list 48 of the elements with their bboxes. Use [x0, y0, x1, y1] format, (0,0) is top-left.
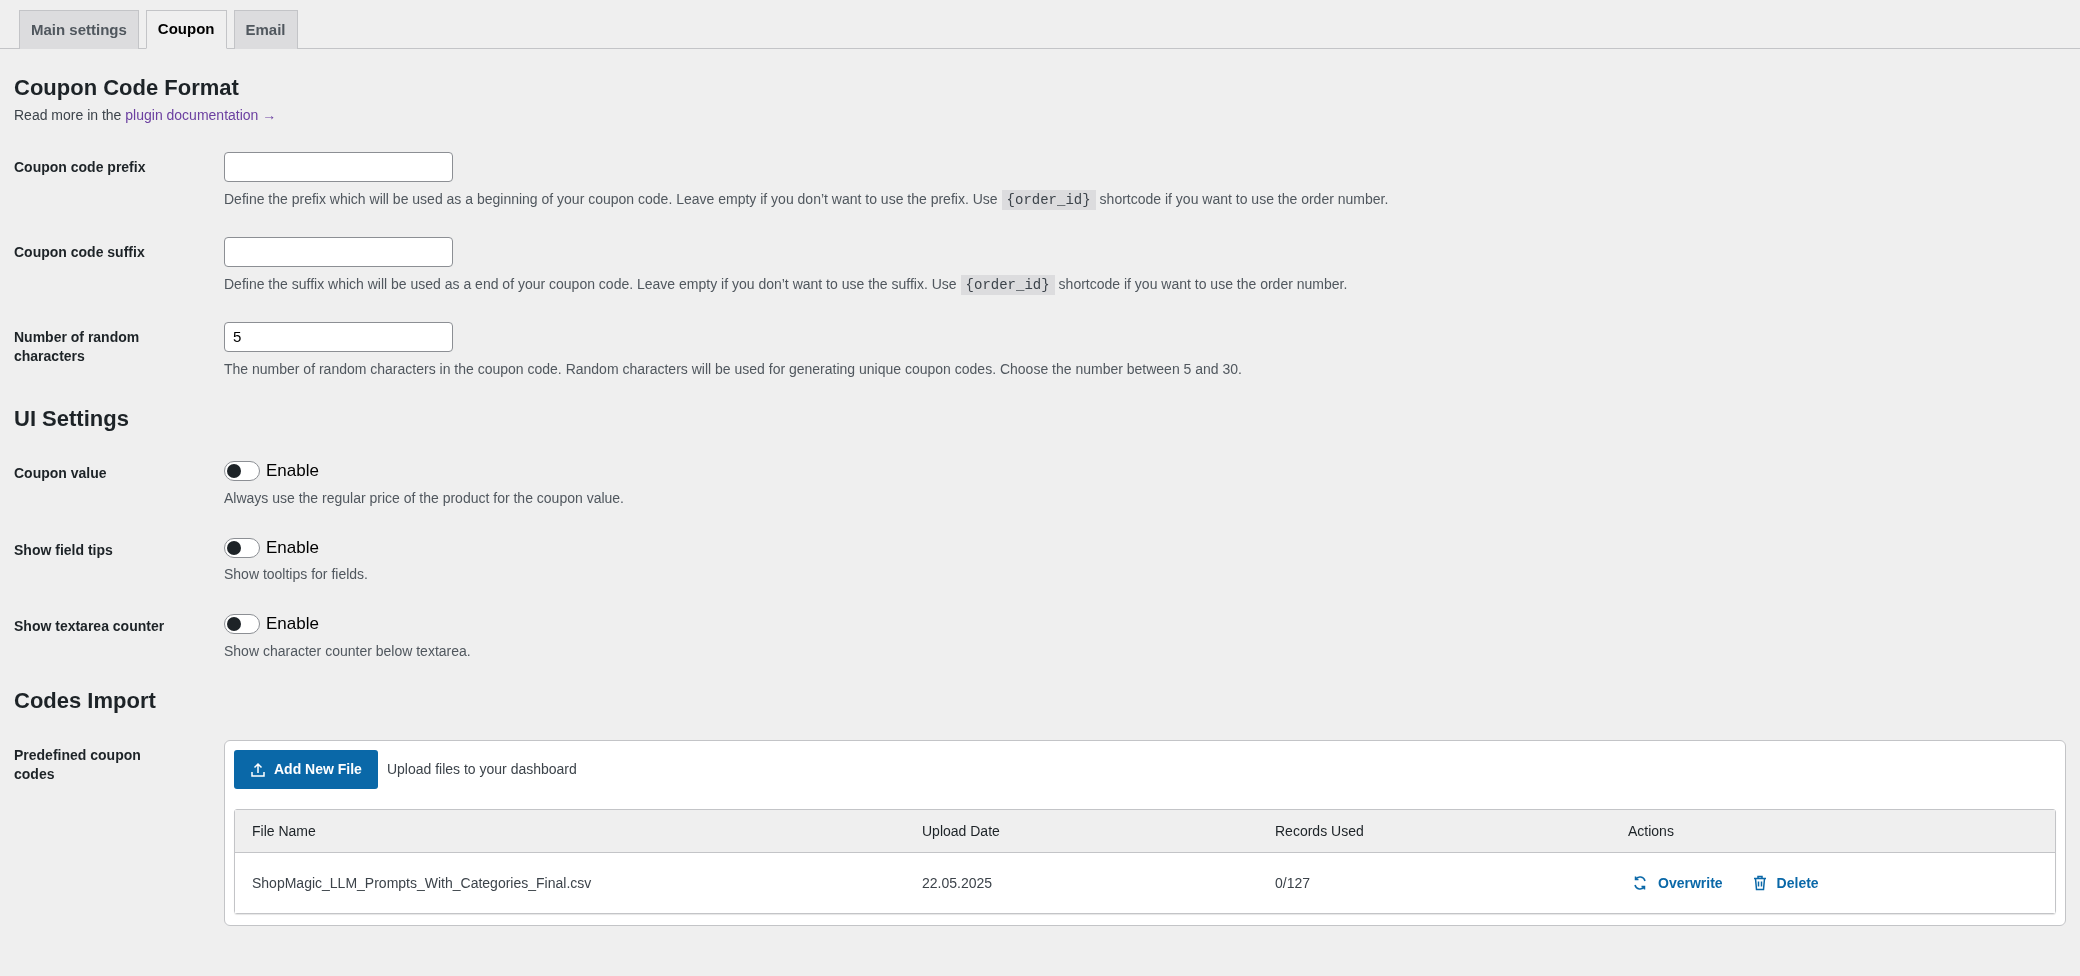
field-description: Show character counter below textarea. — [224, 641, 472, 661]
column-header: File Name — [251, 821, 317, 841]
description-text: Define the prefix which will be used as a beginning of your coupon code. Leave empty if you don’t want to use the prefix. Use — [224, 190, 998, 207]
description-text: Define the suffix which will be used as a end of your coupon code. Leave empty if you don’t want to use the suffix. Use — [224, 275, 957, 292]
shortcode: {order_id} — [1001, 189, 1096, 210]
text-input[interactable] — [224, 151, 453, 182]
text-input[interactable] — [224, 236, 453, 267]
upload-icon — [250, 761, 266, 778]
field-description: The number of random characters in the coupon code. Random characters will be used for generating unique coupon codes. Choose the number between 5 and 30. — [224, 359, 1243, 379]
column-header: Upload Date — [922, 821, 1001, 841]
table-cell-text: 0/127 — [1275, 873, 1312, 893]
documentation-link[interactable]: plugin documentation → — [125, 106, 277, 123]
upload-hint: Upload files to your dashboard — [386, 760, 577, 780]
field-description: Always use the regular price of the product for the coupon value. — [224, 488, 625, 508]
field-label: Coupon code prefix — [14, 157, 147, 177]
table-cell-text: ShopMagic_LLM_Prompts_With_Categories_Final.csv — [251, 873, 593, 893]
overwrite-button[interactable]: Overwrite — [1628, 868, 1727, 898]
field-label: Coupon value — [14, 464, 108, 484]
toggle-label: Enable — [266, 536, 319, 559]
intro-text: Read more in the — [14, 106, 123, 123]
section-heading: Codes Import — [14, 687, 157, 715]
toggle-label: Enable — [266, 613, 319, 636]
toggle-switch[interactable] — [224, 537, 260, 558]
field-label: Predefined coupon codes — [14, 746, 142, 785]
column-header: Actions — [1628, 821, 1675, 841]
tab[interactable]: Main settings — [19, 10, 139, 49]
field-label: Coupon code suffix — [14, 242, 146, 262]
tab[interactable]: Email — [233, 10, 298, 49]
toggle-switch[interactable] — [224, 461, 260, 482]
refresh-icon — [1632, 875, 1648, 892]
field-description: Show tooltips for fields. — [224, 565, 369, 585]
description-text: shortcode if you want to use the order number. — [1099, 190, 1389, 207]
delete-button[interactable]: Delete — [1748, 868, 1823, 898]
text-input[interactable]: 5 — [224, 321, 453, 352]
field-label: Show field tips — [14, 540, 114, 560]
column-header: Records Used — [1275, 821, 1365, 841]
description-text: shortcode if you want to use the order number. — [1058, 275, 1348, 292]
field-label: Number of random characters — [14, 327, 141, 366]
tab[interactable]: Coupon — [145, 10, 227, 49]
table-cell-text: 22.05.2025 — [922, 873, 994, 893]
section-heading: Coupon Code Format — [14, 74, 240, 101]
toggle-switch[interactable] — [224, 614, 260, 635]
shortcode: {order_id} — [960, 274, 1055, 295]
add-file-button[interactable]: Add New File — [234, 750, 378, 790]
section-heading: UI Settings — [14, 405, 130, 433]
toggle-label: Enable — [266, 460, 319, 483]
trash-icon — [1752, 875, 1767, 892]
field-label: Show textarea counter — [14, 617, 166, 637]
